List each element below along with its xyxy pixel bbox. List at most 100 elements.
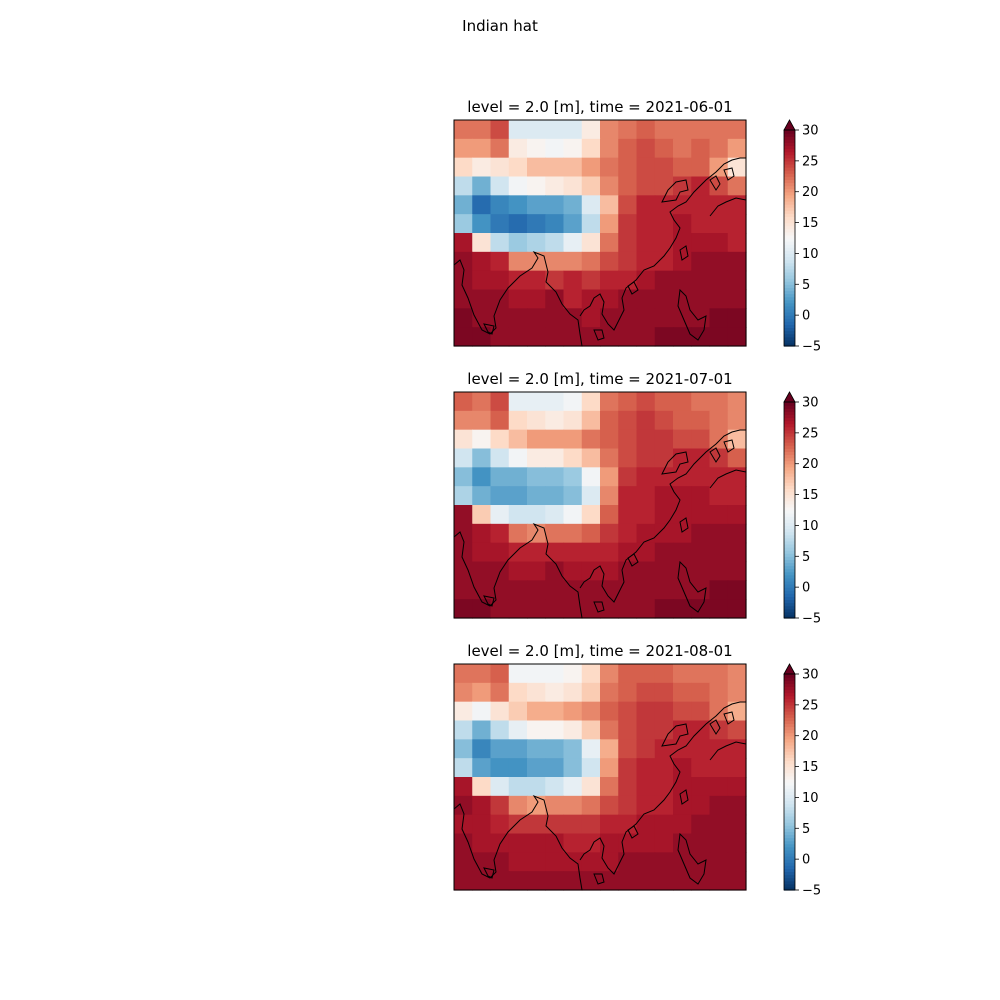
heatmap-cell [727, 871, 747, 891]
heatmap-cell [545, 682, 565, 703]
heatmap-cell [691, 392, 711, 412]
heatmap-cell [508, 871, 528, 891]
heatmap-cell [654, 505, 674, 525]
heatmap-cell [454, 599, 473, 619]
heatmap-cell [527, 392, 546, 412]
heatmap-cell [636, 871, 656, 891]
heatmap-cell [654, 157, 674, 178]
heatmap-cell [508, 542, 528, 563]
heatmap-cell [618, 308, 638, 328]
heatmap-cell [709, 777, 729, 797]
heatmap-cell [673, 214, 692, 234]
heatmap-cell [691, 214, 711, 234]
map-panel-3: level = 2.0 [m], time = 2021-08-01 30 25 20… [453, 642, 821, 899]
heatmap-cell [527, 758, 546, 778]
heatmap-cell [709, 833, 729, 853]
heatmap-cell [618, 795, 638, 816]
heatmap-cell [727, 505, 747, 525]
heatmap-cell [472, 251, 492, 272]
panel-title: level = 2.0 [m], time = 2021-08-01 [467, 642, 732, 660]
heatmap-cell [527, 701, 546, 722]
heatmap-cell [691, 138, 711, 159]
heatmap-cell [727, 410, 747, 431]
heatmap-cell [508, 599, 528, 619]
heatmap-cell [454, 664, 473, 684]
heatmap-cell [454, 852, 473, 872]
heatmap-cell [654, 429, 674, 450]
heatmap-cell [527, 599, 546, 619]
heatmap-cell [600, 758, 619, 778]
heatmap-cell [654, 871, 674, 891]
heatmap-cell [673, 814, 692, 835]
heatmap-cell [508, 327, 528, 347]
heatmap-cell [527, 410, 546, 431]
colorbar-tick-label: 5 [802, 822, 810, 837]
heatmap-cell [581, 289, 601, 309]
heatmap-cell [454, 682, 473, 703]
heatmap-cell [618, 523, 638, 544]
heatmap-cell [508, 448, 528, 468]
heatmap-cell [636, 448, 656, 468]
heatmap-cell [636, 523, 656, 544]
heatmap-cell [472, 814, 492, 835]
heatmap-cell [636, 720, 656, 740]
map-panel-2: level = 2.0 [m], time = 2021-07-01 30 25 20… [453, 370, 821, 627]
heatmap-cell [454, 833, 473, 853]
heatmap-cell [636, 852, 656, 872]
heatmap-cell [490, 448, 510, 468]
heatmap-cell [636, 505, 656, 525]
heatmap-cell [563, 448, 583, 468]
heatmap-cell [727, 664, 747, 684]
heatmap-cell [636, 739, 656, 759]
heatmap-cell [581, 852, 601, 872]
heatmap-cell [673, 327, 692, 347]
heatmap-cell [545, 523, 565, 544]
heatmap-cell [727, 580, 747, 600]
heatmap-cell [472, 523, 492, 544]
heatmap-cell [618, 214, 638, 234]
heatmap-cell [490, 157, 510, 178]
heatmap-cells [454, 392, 747, 619]
heatmap-cell [527, 561, 546, 581]
heatmap-cell [490, 308, 510, 328]
heatmap-cell [581, 448, 601, 468]
colorbar-segment [784, 674, 795, 678]
heatmap-cell [472, 833, 492, 853]
heatmap-cell [545, 467, 565, 487]
heatmap-cell [691, 486, 711, 506]
colorbar-tick-label: 30 [802, 124, 819, 139]
heatmap-cell [490, 505, 510, 525]
heatmap-cell [618, 871, 638, 891]
colorbar-tick-label: 0 [802, 581, 810, 596]
heatmap-cell [691, 795, 711, 816]
heatmap-cell [454, 157, 473, 178]
panel-title: level = 2.0 [m], time = 2021-07-01 [467, 370, 732, 388]
heatmap-cell [508, 392, 528, 412]
heatmap-cell [508, 233, 528, 253]
heatmap-cell [727, 138, 747, 159]
heatmap-cell [691, 523, 711, 544]
heatmap-cell [545, 176, 565, 196]
heatmap-cell [709, 327, 729, 347]
heatmap-cell [508, 664, 528, 684]
heatmap-cell [527, 214, 546, 234]
heatmap-cell [691, 739, 711, 759]
heatmap-cell [472, 392, 492, 412]
heatmap-cell [508, 795, 528, 816]
heatmap-cell [454, 739, 473, 759]
heatmap-cell [673, 429, 692, 450]
heatmap-cell [545, 739, 565, 759]
heatmap-cell [654, 251, 674, 272]
heatmap-cell [691, 233, 711, 253]
heatmap-cell [454, 448, 473, 468]
heatmap-cell [581, 392, 601, 412]
heatmap-cell [654, 120, 674, 140]
heatmap-cell [654, 833, 674, 853]
heatmap-cell [563, 814, 583, 835]
heatmap-cell [490, 580, 510, 600]
heatmap-cell [727, 795, 747, 816]
heatmap-cell [563, 214, 583, 234]
heatmap-cell [709, 251, 729, 272]
heatmap-cell [545, 448, 565, 468]
heatmap-cell [673, 758, 692, 778]
